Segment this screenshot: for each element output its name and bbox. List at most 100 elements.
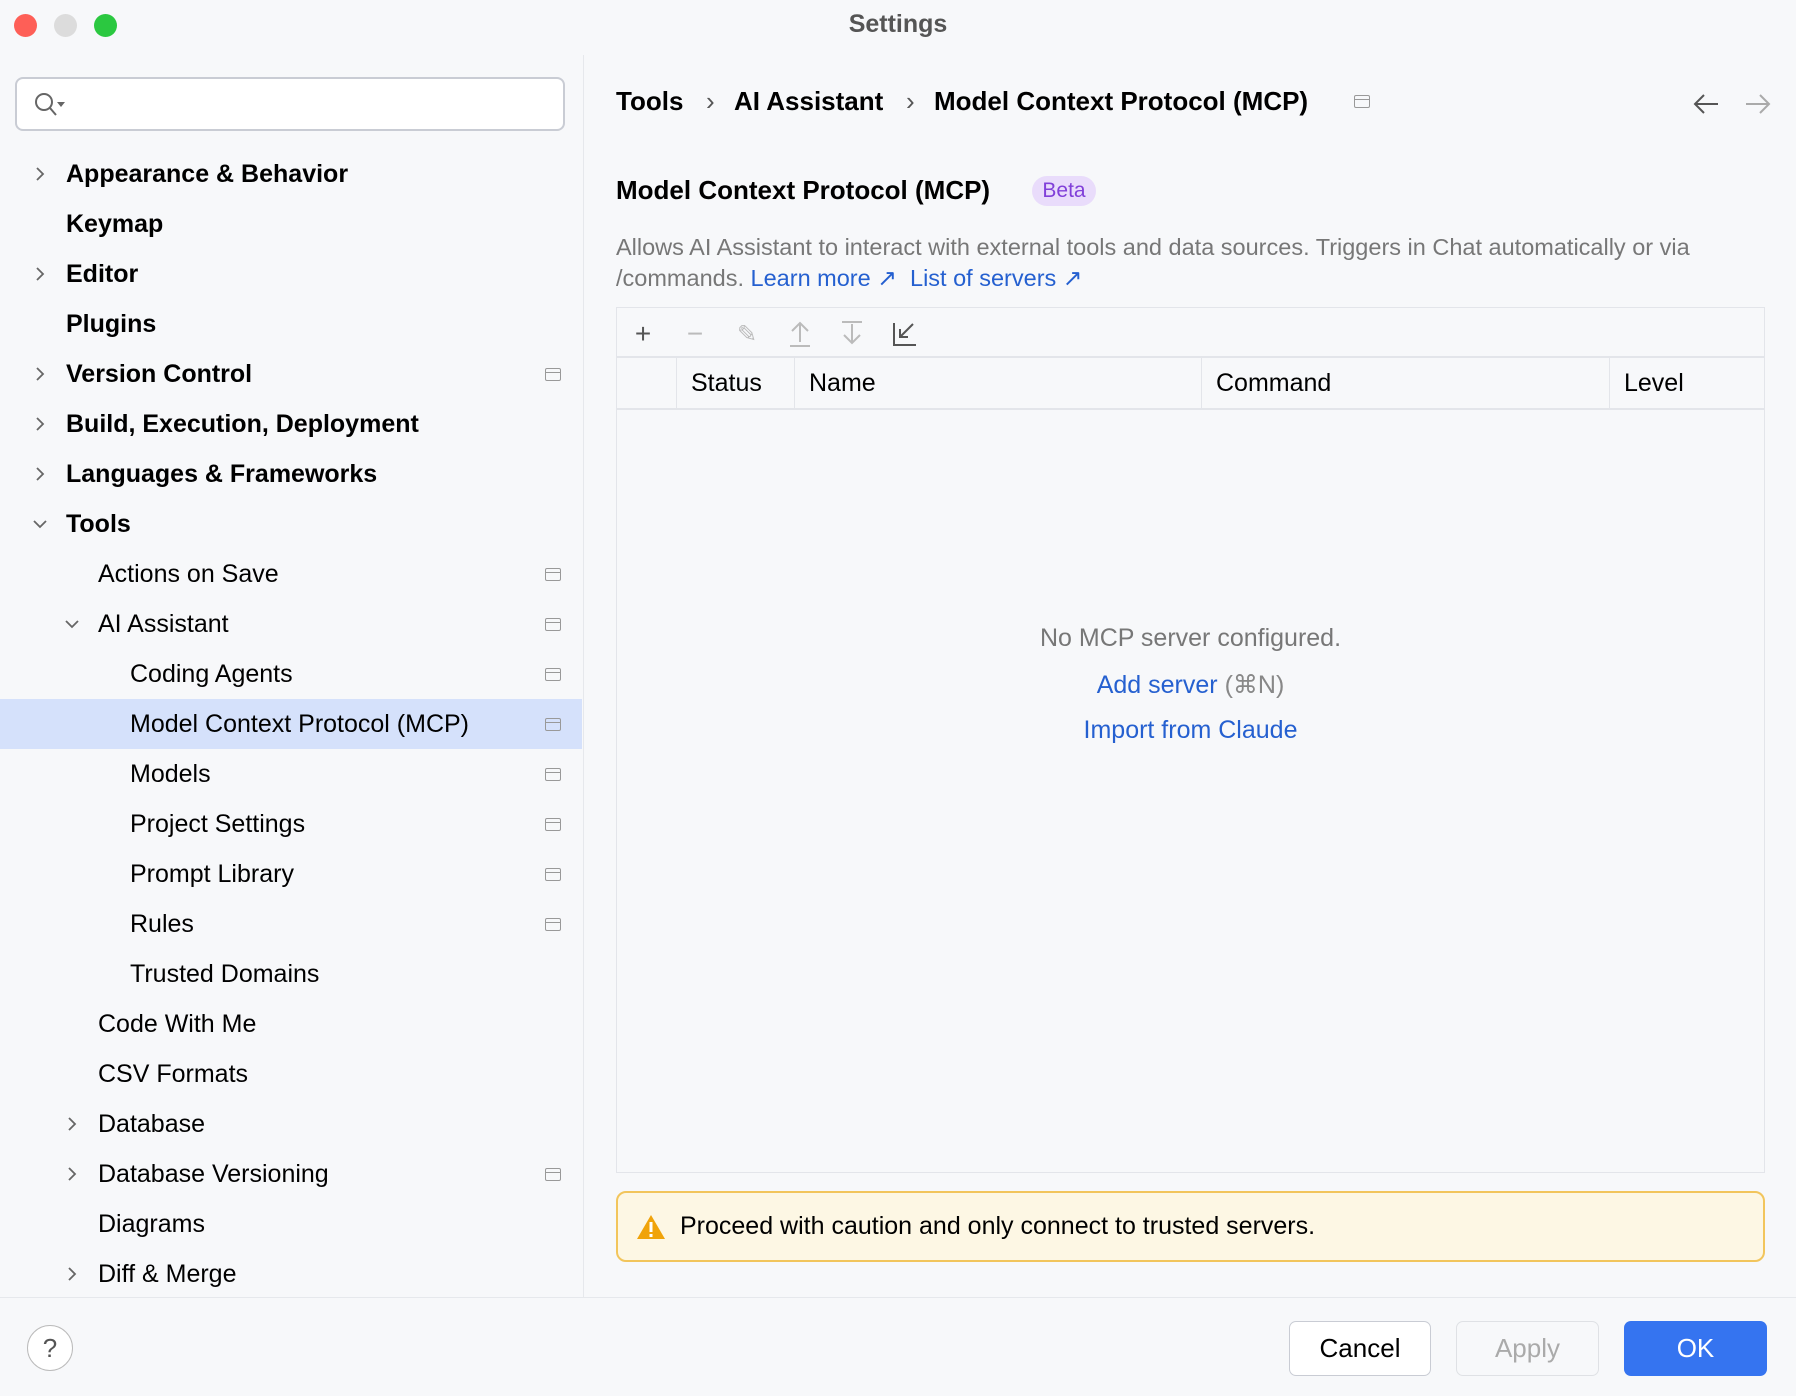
- chevron-down-icon[interactable]: [62, 614, 82, 634]
- sidebar-item-label: Editor: [66, 259, 139, 288]
- sidebar-item-code-with-me[interactable]: Code With Me: [0, 999, 582, 1049]
- search-icon: [35, 93, 65, 116]
- divider: [583, 55, 584, 1297]
- description: Allows AI Assistant to interact with ext…: [616, 232, 1766, 294]
- breadcrumb-tools[interactable]: Tools: [616, 86, 683, 117]
- move-up-icon[interactable]: [787, 320, 813, 348]
- remove-icon[interactable]: −: [681, 318, 709, 349]
- warning-icon: [637, 1214, 665, 1239]
- chevron-right-icon[interactable]: [30, 464, 50, 484]
- pin-icon: [545, 717, 561, 731]
- pin-icon: [1354, 95, 1370, 108]
- beta-badge: Beta: [1032, 176, 1096, 206]
- sidebar-item-rules[interactable]: Rules: [0, 899, 582, 949]
- sidebar-item-models[interactable]: Models: [0, 749, 582, 799]
- edit-pencil-icon[interactable]: ✎: [733, 320, 761, 348]
- column-status[interactable]: Status: [676, 358, 794, 408]
- sidebar-item-tools[interactable]: Tools: [0, 499, 582, 549]
- window-title: Settings: [848, 10, 948, 38]
- sidebar-item-keymap[interactable]: Keymap: [0, 199, 582, 249]
- move-down-icon[interactable]: [839, 320, 865, 348]
- sidebar-item-label: Project Settings: [130, 809, 306, 838]
- add-server-row: Add server (⌘N): [617, 670, 1764, 700]
- sidebar-item-diagrams[interactable]: Diagrams: [0, 1199, 582, 1249]
- sidebar-item-version-control[interactable]: Version Control: [0, 349, 582, 399]
- empty-state-text: No MCP server configured.: [1039, 624, 1342, 652]
- back-arrow-icon[interactable]: [1692, 92, 1720, 116]
- sidebar-item-csv-formats[interactable]: CSV Formats: [0, 1049, 582, 1099]
- chevron-right-icon[interactable]: [30, 364, 50, 384]
- divider: [0, 1297, 1796, 1298]
- column-name[interactable]: Name: [794, 358, 1201, 408]
- sidebar-item-label: AI Assistant: [98, 609, 229, 638]
- forward-arrow-icon[interactable]: [1744, 92, 1772, 116]
- add-server-shortcut: (⌘N): [1224, 671, 1285, 699]
- sidebar-item-label: Database Versioning: [98, 1159, 329, 1188]
- breadcrumb-ai-assistant[interactable]: AI Assistant: [734, 86, 883, 117]
- sidebar-item-label: Plugins: [66, 309, 157, 338]
- sidebar-item-prompt-library[interactable]: Prompt Library: [0, 849, 582, 899]
- warning-text: Proceed with caution and only connect to…: [680, 1212, 1316, 1240]
- page-heading: Model Context Protocol (MCP): [616, 175, 991, 205]
- chevron-right-icon[interactable]: [30, 264, 50, 284]
- sidebar-item-build-execution-deployment[interactable]: Build, Execution, Deployment: [0, 399, 582, 449]
- sidebar-item-label: Build, Execution, Deployment: [66, 409, 419, 438]
- sidebar-item-project-settings[interactable]: Project Settings: [0, 799, 582, 849]
- sidebar-item-plugins[interactable]: Plugins: [0, 299, 582, 349]
- pin-icon: [545, 1167, 561, 1181]
- sidebar-item-trusted-domains[interactable]: Trusted Domains: [0, 949, 582, 999]
- sidebar-item-label: Appearance & Behavior: [66, 159, 349, 188]
- apply-button[interactable]: Apply: [1456, 1321, 1599, 1376]
- chevron-right-icon[interactable]: [62, 1264, 82, 1284]
- sidebar-item-coding-agents[interactable]: Coding Agents: [0, 649, 582, 699]
- learn-more-link[interactable]: Learn more ↗: [751, 265, 897, 291]
- column-level[interactable]: Level: [1609, 358, 1764, 408]
- breadcrumb-separator: ›: [706, 86, 715, 116]
- sidebar-item-label: Code With Me: [98, 1009, 257, 1038]
- sidebar-item-ai-assistant[interactable]: AI Assistant: [0, 599, 582, 649]
- ok-button[interactable]: OK: [1624, 1321, 1767, 1376]
- pin-icon: [545, 667, 561, 681]
- column-command[interactable]: Command: [1201, 358, 1609, 408]
- sidebar-item-model-context-protocol-mcp[interactable]: Model Context Protocol (MCP): [0, 699, 582, 749]
- sidebar-item-actions-on-save[interactable]: Actions on Save: [0, 549, 582, 599]
- chevron-down-icon[interactable]: [30, 514, 50, 534]
- pin-icon: [545, 617, 561, 631]
- sidebar-item-label: Prompt Library: [130, 859, 294, 888]
- add-icon[interactable]: +: [629, 318, 657, 349]
- sidebar-item-label: Coding Agents: [130, 659, 293, 688]
- pin-icon: [545, 367, 561, 381]
- sidebar-item-label: Diff & Merge: [98, 1259, 237, 1288]
- add-server-link[interactable]: Add server: [1097, 671, 1218, 699]
- chevron-right-icon[interactable]: [62, 1164, 82, 1184]
- sidebar-item-label: Version Control: [66, 359, 253, 388]
- mcp-servers-table: + − ✎ Status Name Command Level No MCP s…: [616, 307, 1765, 1173]
- settings-search-input[interactable]: [15, 77, 565, 131]
- pin-icon: [545, 867, 561, 881]
- import-icon[interactable]: [891, 320, 919, 348]
- import-from-claude-link[interactable]: Import from Claude: [1084, 716, 1298, 744]
- cancel-button[interactable]: Cancel: [1289, 1321, 1431, 1376]
- pin-icon: [545, 567, 561, 581]
- chevron-right-icon[interactable]: [62, 1114, 82, 1134]
- pin-icon: [545, 917, 561, 931]
- sidebar-item-languages-frameworks[interactable]: Languages & Frameworks: [0, 449, 582, 499]
- sidebar-item-label: Trusted Domains: [130, 959, 320, 988]
- breadcrumb-separator: ›: [906, 86, 915, 116]
- sidebar-item-label: Rules: [130, 909, 194, 938]
- list-of-servers-link[interactable]: List of servers ↗: [910, 265, 1083, 291]
- pin-icon: [545, 817, 561, 831]
- sidebar-item-database-versioning[interactable]: Database Versioning: [0, 1149, 582, 1199]
- sidebar-item-diff-merge[interactable]: Diff & Merge: [0, 1249, 582, 1299]
- breadcrumb-mcp: Model Context Protocol (MCP): [934, 86, 1309, 116]
- sidebar-item-database[interactable]: Database: [0, 1099, 582, 1149]
- chevron-right-icon[interactable]: [30, 414, 50, 434]
- chevron-right-icon[interactable]: [30, 164, 50, 184]
- sidebar-item-appearance-behavior[interactable]: Appearance & Behavior: [0, 149, 582, 199]
- help-button[interactable]: ?: [27, 1325, 73, 1371]
- sidebar-item-label: Model Context Protocol (MCP): [130, 709, 470, 738]
- sidebar-item-editor[interactable]: Editor: [0, 249, 582, 299]
- sidebar-item-label: Keymap: [66, 209, 164, 238]
- sidebar-item-label: CSV Formats: [98, 1059, 249, 1088]
- sidebar-item-label: Tools: [66, 509, 131, 538]
